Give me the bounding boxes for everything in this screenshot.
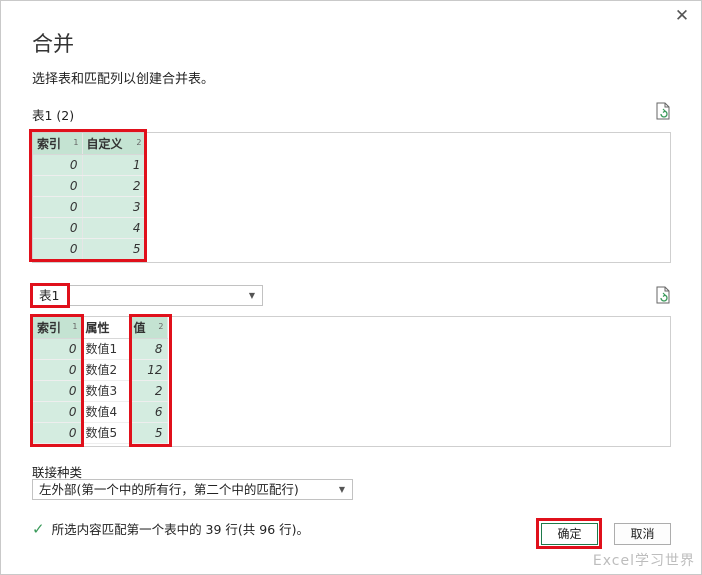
table1-col-index-header[interactable]: 索引 1: [33, 133, 83, 155]
table-row: 0 1: [33, 154, 146, 176]
close-icon[interactable]: ✕: [673, 7, 691, 25]
ok-button[interactable]: 确定: [541, 523, 598, 545]
table2-col-index-header[interactable]: 索引 1: [33, 317, 82, 339]
table2-cell: 0: [33, 401, 82, 423]
checkmark-icon: ✓: [32, 519, 45, 538]
table2-cell: 0: [33, 359, 82, 381]
table-row: 0 5: [33, 238, 146, 260]
table2-select[interactable]: 表1 ▼: [32, 285, 263, 306]
table-row: 0 数值2 12: [33, 359, 168, 381]
table2-grid: 索引 1 属性 值2 0 数值1 8 0 数值2 12 0 数值3 2 0 数值…: [33, 317, 168, 444]
table2-cell: 5: [129, 422, 168, 444]
table1-cell: 0: [33, 175, 83, 197]
table-row: 0 数值3 2: [33, 380, 168, 402]
table-row: 0 4: [33, 217, 146, 239]
table-row: 0 3: [33, 196, 146, 218]
match-status: ✓ 所选内容匹配第一个表中的 39 行(共 96 行)。: [32, 519, 309, 538]
dialog-subtitle: 选择表和匹配列以创建合并表。: [32, 72, 215, 87]
join-kind-select[interactable]: 左外部(第一个中的所有行，第二个中的匹配行) ▼: [32, 479, 353, 500]
refresh-preview-icon[interactable]: [655, 102, 671, 120]
table2-cell: 数值5: [81, 422, 130, 444]
dialog-title: 合并: [32, 32, 74, 56]
table2-cell: 数值1: [81, 338, 130, 360]
table2-cell: 数值2: [81, 359, 130, 381]
table1-cell: 0: [33, 238, 83, 260]
table1-col-custom-header[interactable]: 自定义 2: [82, 133, 146, 155]
chevron-down-icon: ▼: [248, 291, 255, 300]
chevron-down-icon: ▼: [338, 485, 345, 494]
table2-cell: 数值4: [81, 401, 130, 423]
table2-cell: 8: [129, 338, 168, 360]
table2-col-value-header[interactable]: 值2: [129, 317, 168, 339]
table2-cell: 12: [129, 359, 168, 381]
cancel-button[interactable]: 取消: [614, 523, 671, 545]
table1-cell: 2: [82, 175, 146, 197]
match-status-text: 所选内容匹配第一个表中的 39 行(共 96 行)。: [51, 522, 310, 537]
table2-cell: 0: [33, 380, 82, 402]
table-row: 0 数值4 6: [33, 401, 168, 423]
table2-cell: 0: [33, 338, 82, 360]
table2-cell: 6: [129, 401, 168, 423]
table1-cell: 0: [33, 217, 83, 239]
table-row: 0 数值1 8: [33, 338, 168, 360]
merge-dialog: ✕ 合并 选择表和匹配列以创建合并表。 表1 (2) 索引 1 自定义 2 0 1: [0, 0, 702, 575]
table1-cell: 0: [33, 196, 83, 218]
table1-label: 表1 (2): [32, 108, 75, 123]
table2-cell: 0: [33, 422, 82, 444]
table1-cell: 4: [82, 217, 146, 239]
refresh-preview-icon[interactable]: [655, 286, 671, 304]
table2-cell: 2: [129, 380, 168, 402]
table1-grid: 索引 1 自定义 2 0 1 0 2 0 3 0 4 0 5: [33, 133, 146, 260]
table-row: 0 2: [33, 175, 146, 197]
table1-cell: 5: [82, 238, 146, 260]
table1-cell: 3: [82, 196, 146, 218]
table2-col-attr-header[interactable]: 属性: [81, 317, 130, 339]
table-row: 0 数值5 5: [33, 422, 168, 444]
table2-cell: 数值3: [81, 380, 130, 402]
table1-cell: 0: [33, 154, 83, 176]
watermark-logo: Excel学习世界: [592, 553, 695, 569]
table1-cell: 1: [82, 154, 146, 176]
